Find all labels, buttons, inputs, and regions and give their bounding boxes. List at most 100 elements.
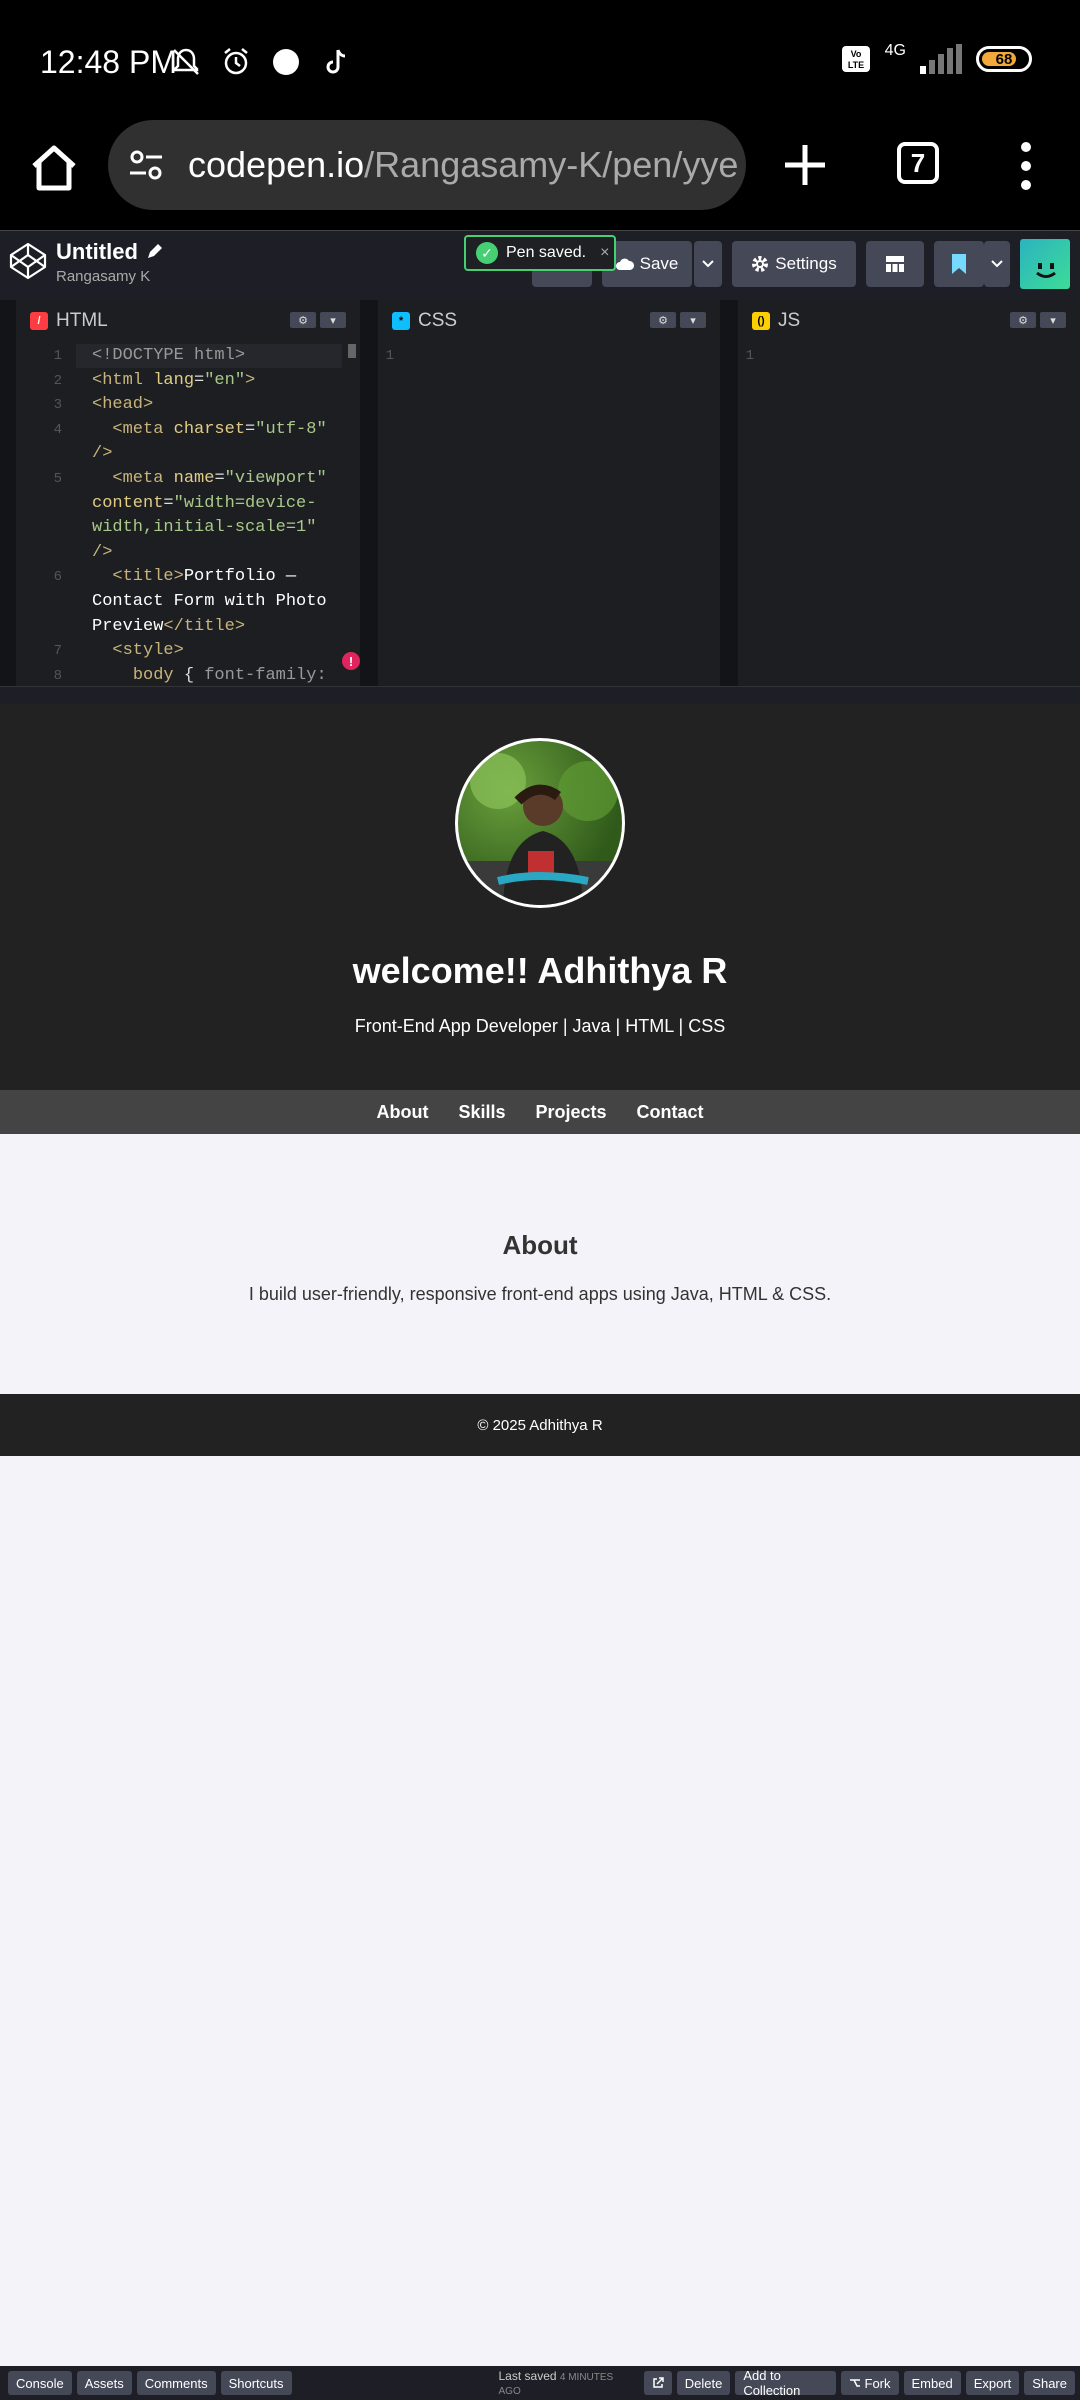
pen-author[interactable]: Rangasamy K [56, 268, 150, 285]
site-footer: © 2025 Adhithya R [0, 1394, 1080, 1456]
saved-toast: ✓ Pen saved. × [464, 235, 616, 271]
svg-text:Vo: Vo [850, 49, 861, 59]
pane-resizer[interactable] [360, 300, 378, 686]
export-button[interactable]: Export [965, 2371, 1020, 2395]
chevron-down-icon[interactable]: ▾ [320, 312, 346, 328]
hero-subtitle: Front-End App Developer | Java | HTML | … [354, 1016, 726, 1036]
toast-text: Pen saved. [506, 244, 587, 261]
site-settings-icon[interactable] [128, 147, 164, 183]
chevron-down-icon [991, 260, 1003, 268]
code-line: Contact Form with Photo [92, 592, 327, 611]
line-number: 6 [53, 569, 62, 586]
js-badge-icon: () [752, 312, 770, 330]
codepen-bottom-bar: Console Assets Comments Shortcuts Last s… [0, 2366, 1080, 2400]
add-to-collection-button[interactable]: Add to Collection [735, 2368, 836, 2398]
person-photo-icon [458, 753, 622, 905]
code-line: Preview</title> [92, 616, 246, 636]
code-line: <style> [112, 641, 184, 661]
line-number: 1 [385, 348, 394, 364]
overflow-menu-icon[interactable] [1016, 140, 1036, 192]
code-line: width,initial-scale=1" [92, 518, 317, 538]
js-code[interactable]: 1 [738, 344, 1080, 686]
new-tab-icon[interactable] [780, 140, 830, 190]
console-button[interactable]: Console [8, 2371, 72, 2395]
embed-button[interactable]: Embed [903, 2371, 961, 2395]
shortcuts-button[interactable]: Shortcuts [220, 2371, 292, 2395]
codepen-logo-icon[interactable] [8, 241, 48, 281]
nav-skills[interactable]: Skills [458, 1102, 505, 1123]
js-label: JS [778, 310, 801, 331]
status-icons [170, 46, 352, 78]
bookmark-dropdown-button[interactable] [984, 241, 1010, 287]
error-icon[interactable]: ! [342, 652, 360, 670]
gear-icon[interactable]: ⚙ [290, 312, 316, 328]
code-line: <meta name="viewport" [112, 469, 327, 488]
code-line: <head> [92, 395, 154, 415]
code-line: body { font-family: [132, 665, 327, 685]
chevron-down-icon [702, 260, 714, 268]
about-heading: About [502, 1230, 578, 1260]
html-badge-icon: / [30, 312, 48, 330]
chevron-down-icon[interactable]: ▾ [1040, 312, 1066, 328]
nav-about[interactable]: About [376, 1102, 428, 1123]
last-saved-status: Last saved 4 MINUTES AGO [499, 2369, 618, 2397]
code-line: /> [92, 444, 113, 464]
css-label: CSS [418, 310, 458, 331]
pen-title[interactable]: Untitled [56, 239, 162, 265]
nav-contact[interactable]: Contact [637, 1102, 704, 1123]
css-editor[interactable]: * CSS ⚙ ▾ 1 [378, 300, 720, 686]
check-icon: ✓ [476, 242, 498, 264]
layout-button[interactable] [866, 241, 924, 287]
url-path: /Rangasamy-K/pen/yye [364, 144, 739, 185]
dot-icon [273, 49, 299, 75]
clock: 12:48 PM [40, 44, 177, 80]
alarm-icon [224, 48, 248, 75]
mute-bell-icon [173, 48, 199, 75]
gear-icon[interactable]: ⚙ [650, 312, 676, 328]
gear-icon[interactable]: ⚙ [1010, 312, 1036, 328]
css-editor-controls: ⚙ ▾ [650, 312, 706, 328]
comments-button[interactable]: Comments [136, 2371, 216, 2395]
line-number: 2 [53, 372, 62, 389]
bookmark-button[interactable] [934, 241, 984, 287]
fork-label: Fork [864, 2375, 891, 2391]
pane-resizer[interactable] [720, 300, 738, 686]
html-code[interactable]: 1 2 3 4 5 6 7 8 <!DOCTYPE html> <html la… [16, 344, 360, 686]
fork-button[interactable]: Fork [840, 2371, 899, 2395]
open-external-button[interactable] [643, 2371, 672, 2395]
hero-title: welcome!! Adhithya R [352, 950, 728, 991]
code-line: <!DOCTYPE html> [92, 346, 246, 365]
html-label: HTML [56, 310, 108, 331]
scrollbar[interactable] [348, 344, 356, 358]
html-editor[interactable]: / HTML ⚙ ▾ 1 2 3 4 5 6 7 8 <!DOCTYPE htm… [16, 300, 360, 686]
home-icon[interactable] [28, 142, 80, 194]
last-saved-label: Last saved [498, 2369, 557, 2383]
share-button[interactable]: Share [1024, 2371, 1075, 2395]
chevron-down-icon[interactable]: ▾ [680, 312, 706, 328]
save-dropdown-button[interactable] [694, 241, 722, 287]
battery-icon: 68 [976, 46, 1032, 72]
code-line: /> [92, 542, 113, 562]
close-icon[interactable]: × [600, 244, 609, 262]
address-bar[interactable]: codepen.io/Rangasamy-K/pen/yye [108, 120, 746, 210]
edit-pencil-icon[interactable] [146, 244, 162, 260]
browser-toolbar: codepen.io/Rangasamy-K/pen/yye 7 [0, 120, 1080, 230]
assets-button[interactable]: Assets [76, 2371, 132, 2395]
pane-resizer[interactable] [0, 300, 16, 686]
tab-switcher-button[interactable]: 7 [897, 142, 939, 184]
save-label: Save [639, 254, 679, 273]
url-text[interactable]: codepen.io/Rangasamy-K/pen/yye [188, 144, 738, 186]
js-editor[interactable]: () JS ⚙ ▾ 1 [738, 300, 1080, 686]
delete-button[interactable]: Delete [676, 2371, 731, 2395]
bookmark-icon [952, 254, 966, 274]
layout-grid-icon [886, 256, 904, 272]
settings-button[interactable]: Settings [732, 241, 856, 287]
settings-label: Settings [775, 254, 837, 273]
line-number: 3 [53, 397, 62, 414]
css-code[interactable]: 1 [378, 344, 720, 686]
user-avatar[interactable] [1020, 239, 1070, 289]
codepen-header: Untitled Rangasamy K ✓ Pen saved. × Save… [0, 230, 1080, 300]
line-number: 1 [745, 348, 754, 364]
nav-projects[interactable]: Projects [535, 1102, 606, 1123]
preview-resizer[interactable] [0, 686, 1080, 704]
